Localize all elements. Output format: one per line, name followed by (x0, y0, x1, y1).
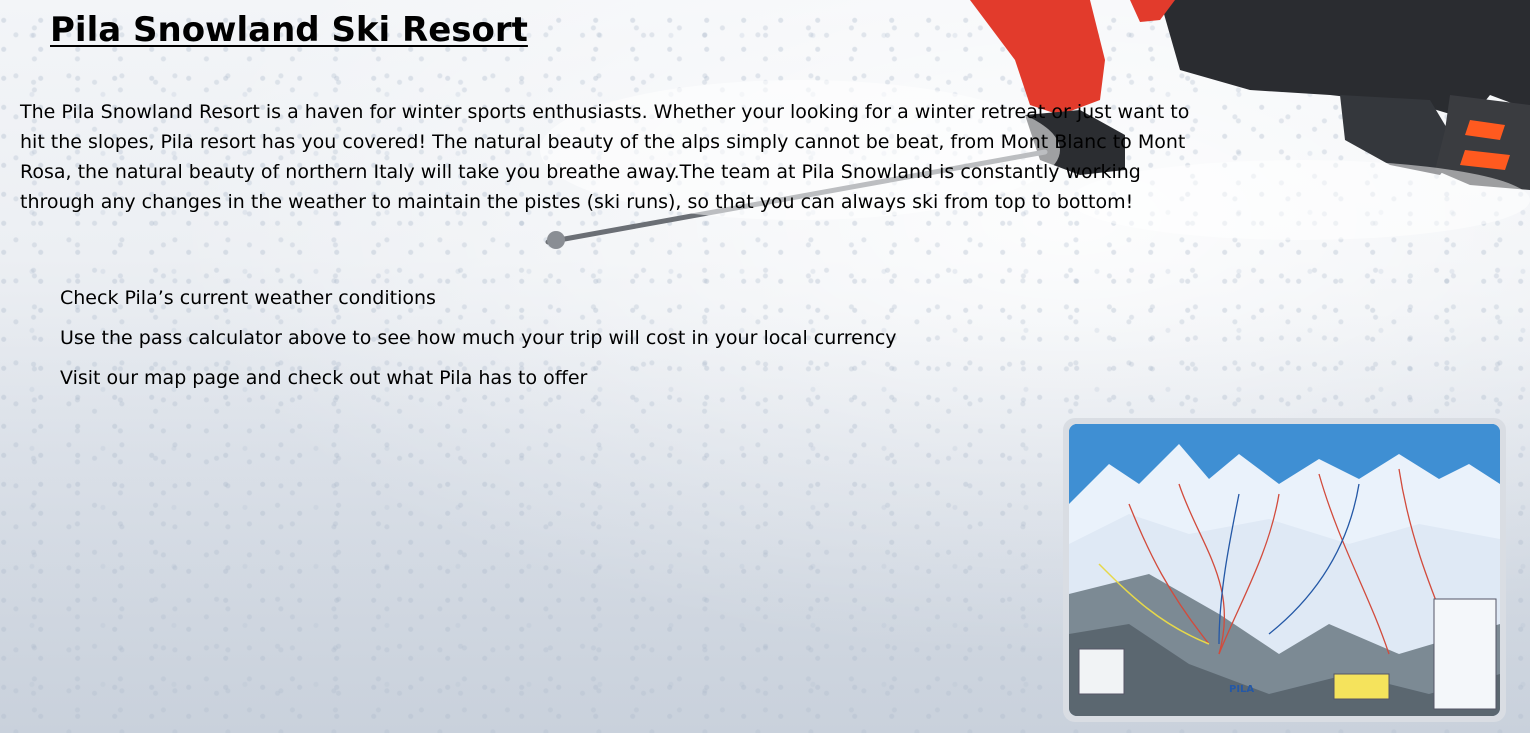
weather-link[interactable]: Check Pila’s current weather conditions (60, 283, 897, 313)
ski-map-graphic: PILA (1069, 424, 1500, 716)
map-page-link[interactable]: Visit our map page and check out what Pi… (60, 363, 897, 393)
feature-list: Check Pila’s current weather conditions … (60, 283, 897, 403)
pass-calculator-link[interactable]: Use the pass calculator above to see how… (60, 323, 897, 353)
ski-map-image[interactable]: PILA (1069, 424, 1500, 716)
ski-map-frame[interactable]: PILA (1063, 418, 1506, 722)
intro-paragraph: The Pila Snowland Resort is a haven for … (20, 101, 1190, 213)
page-title: Pila Snowland Ski Resort (50, 10, 528, 50)
page: Pila Snowland Ski Resort The Pila Snowla… (0, 0, 1530, 733)
map-label: PILA (1229, 684, 1254, 695)
